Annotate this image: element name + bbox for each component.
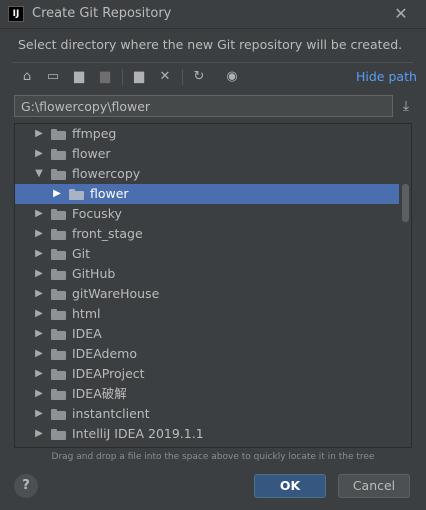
folder-icon bbox=[51, 229, 66, 240]
folder-icon bbox=[51, 249, 66, 260]
tree-item[interactable]: ▶ html bbox=[15, 304, 401, 324]
tree-item-label: IDEA破解 bbox=[72, 386, 127, 401]
folder-icon bbox=[51, 149, 66, 160]
folder-icon bbox=[51, 169, 66, 180]
tree-item[interactable]: ▶ Focusky bbox=[15, 204, 401, 224]
tree-item[interactable]: ▶ Git bbox=[15, 244, 401, 264]
expand-arrow-icon[interactable]: ▶ bbox=[33, 144, 45, 164]
folder-icon bbox=[51, 409, 66, 420]
tree-item-label: gitWareHouse bbox=[72, 286, 160, 301]
tree-item[interactable]: ▶ flower bbox=[15, 144, 401, 164]
title-bar: IJ Create Git Repository ✕ bbox=[0, 0, 426, 29]
path-input[interactable] bbox=[15, 96, 392, 116]
tree-item-label: flower bbox=[90, 186, 129, 201]
toolbar-divider bbox=[12, 62, 413, 63]
tree-item-label: Git bbox=[72, 246, 91, 261]
expand-arrow-icon[interactable]: ▶ bbox=[33, 384, 45, 404]
tree-item-label: IDEAProject bbox=[72, 366, 145, 381]
tree-item[interactable]: ▶ IntelliJ IDEA 2019.1.1 bbox=[15, 424, 401, 444]
expand-arrow-icon[interactable]: ▶ bbox=[33, 284, 45, 304]
expand-arrow-icon[interactable]: ▶ bbox=[33, 424, 45, 444]
folder-icon bbox=[51, 269, 66, 280]
tree-item-label: IDEA bbox=[72, 326, 102, 341]
folder-icon bbox=[51, 209, 66, 220]
folder-icon bbox=[51, 289, 66, 300]
drag-drop-hint: Drag and drop a file into the space abov… bbox=[51, 452, 375, 462]
expand-arrow-icon[interactable]: ▶ bbox=[33, 304, 45, 324]
refresh-icon[interactable]: ↻ bbox=[189, 66, 209, 88]
desktop-icon[interactable]: ▭ bbox=[43, 66, 63, 88]
expand-arrow-icon[interactable]: ▶ bbox=[51, 184, 63, 204]
folder-icon bbox=[51, 429, 66, 440]
tree-item-label: flower bbox=[72, 146, 111, 161]
tree-item[interactable]: ▶ ffmpeg bbox=[15, 124, 401, 144]
folder-icon bbox=[51, 329, 66, 340]
download-icon[interactable]: ⤓ bbox=[396, 95, 416, 117]
cancel-button[interactable]: Cancel bbox=[338, 474, 410, 498]
intellij-icon: IJ bbox=[8, 6, 24, 22]
tree-item[interactable]: ▶ IDEAProject bbox=[15, 364, 401, 384]
toolbar-separator bbox=[182, 69, 183, 85]
expand-arrow-icon[interactable]: ▶ bbox=[33, 344, 45, 364]
tree-item-label: GitHub bbox=[72, 266, 116, 281]
tree-item-label: IDEAdemo bbox=[72, 346, 137, 361]
tree-item[interactable]: ▼ flowercopy bbox=[15, 164, 401, 184]
tree-item[interactable]: ▶ flower bbox=[15, 184, 399, 204]
expand-arrow-icon[interactable]: ▶ bbox=[33, 224, 45, 244]
module-folder-icon[interactable]: ▆ bbox=[95, 66, 115, 88]
close-icon[interactable]: ✕ bbox=[390, 3, 412, 25]
tree-item-label: instantclient bbox=[72, 406, 150, 421]
path-field bbox=[14, 95, 393, 117]
tree-scrollbar[interactable] bbox=[402, 184, 409, 222]
help-button[interactable]: ? bbox=[14, 474, 38, 498]
expand-arrow-icon[interactable]: ▶ bbox=[33, 124, 45, 144]
window-title: Create Git Repository bbox=[32, 6, 172, 21]
collapse-arrow-icon[interactable]: ▼ bbox=[33, 164, 45, 184]
expand-arrow-icon[interactable]: ▶ bbox=[33, 364, 45, 384]
expand-arrow-icon[interactable]: ▶ bbox=[33, 264, 45, 284]
toolbar-separator bbox=[122, 69, 123, 85]
expand-arrow-icon[interactable]: ▶ bbox=[33, 324, 45, 344]
project-folder-icon[interactable]: ▆ bbox=[69, 66, 89, 88]
new-folder-icon[interactable]: ▆ bbox=[129, 66, 149, 88]
dialog-description: Select directory where the new Git repos… bbox=[18, 37, 403, 52]
tree-item[interactable]: ▶ IDEAdemo bbox=[15, 344, 401, 364]
expand-arrow-icon[interactable]: ▶ bbox=[33, 204, 45, 224]
folder-icon bbox=[51, 369, 66, 380]
folder-icon bbox=[51, 389, 66, 400]
tree-item[interactable]: ▶ front_stage bbox=[15, 224, 401, 244]
directory-tree[interactable]: ▶ ffmpeg ▶ flower ▼ flowercopy ▶ flower ▶ Focusky… bbox=[14, 123, 412, 448]
tree-item[interactable]: ▶ IDEA破解 bbox=[15, 384, 401, 404]
tree-item-label: ffmpeg bbox=[72, 126, 117, 141]
delete-icon[interactable]: ✕ bbox=[155, 66, 175, 88]
ok-button[interactable]: OK bbox=[254, 474, 326, 498]
folder-icon bbox=[69, 189, 84, 200]
tree-item-label: flowercopy bbox=[72, 166, 141, 181]
tree-item[interactable]: ▶ instantclient bbox=[15, 404, 401, 424]
folder-icon bbox=[51, 349, 66, 360]
folder-icon bbox=[51, 129, 66, 140]
home-icon[interactable]: ⌂ bbox=[17, 66, 37, 88]
tree-item-label: html bbox=[72, 306, 101, 321]
tree-item[interactable]: ▶ gitWareHouse bbox=[15, 284, 401, 304]
hide-path-link[interactable]: Hide path bbox=[356, 69, 417, 84]
tree-item[interactable]: ▶ GitHub bbox=[15, 264, 401, 284]
expand-arrow-icon[interactable]: ▶ bbox=[33, 244, 45, 264]
tree-item-label: Focusky bbox=[72, 206, 122, 221]
tree-item-label: front_stage bbox=[72, 226, 143, 241]
show-hidden-icon[interactable]: ◉ bbox=[222, 66, 242, 88]
tree-item-label: IntelliJ IDEA 2019.1.1 bbox=[72, 426, 204, 441]
expand-arrow-icon[interactable]: ▶ bbox=[33, 404, 45, 424]
folder-icon bbox=[51, 309, 66, 320]
tree-item[interactable]: ▶ IDEA bbox=[15, 324, 401, 344]
